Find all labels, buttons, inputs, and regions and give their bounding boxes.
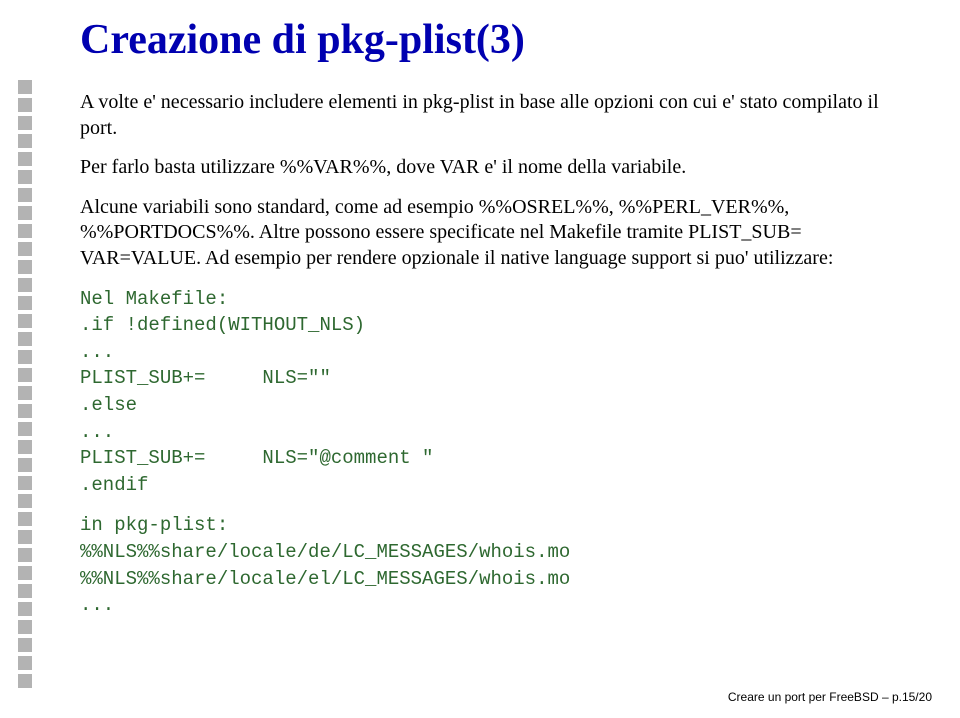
code-block-makefile: Nel Makefile: .if !defined(WITHOUT_NLS) … — [80, 286, 916, 499]
bullet-square — [18, 260, 32, 274]
bullet-square — [18, 206, 32, 220]
bullet-square — [18, 494, 32, 508]
bullet-square — [18, 134, 32, 148]
bullet-square — [18, 368, 32, 382]
bullet-square — [18, 404, 32, 418]
bullet-square — [18, 656, 32, 670]
page-title: Creazione di pkg-plist(3) — [80, 16, 916, 64]
bullet-square — [18, 224, 32, 238]
paragraph-2: Per farlo basta utilizzare %%VAR%%, dove… — [80, 155, 916, 181]
bullet-square — [18, 458, 32, 472]
paragraph-1: A volte e' necessario includere elementi… — [80, 90, 916, 141]
bullet-square — [18, 422, 32, 436]
bullet-square — [18, 440, 32, 454]
bullet-square — [18, 548, 32, 562]
bullet-square — [18, 332, 32, 346]
page-footer: Creare un port per FreeBSD – p.15/20 — [728, 690, 932, 704]
bullet-square — [18, 152, 32, 166]
bullet-square — [18, 350, 32, 364]
bullet-square — [18, 566, 32, 580]
bullet-square — [18, 170, 32, 184]
bullet-square — [18, 296, 32, 310]
slide-content: Creazione di pkg-plist(3) A volte e' nec… — [0, 0, 960, 619]
bullet-square — [18, 188, 32, 202]
bullet-square — [18, 116, 32, 130]
decorative-bullets — [10, 80, 40, 692]
code-block-pkgplist: in pkg-plist: %%NLS%%share/locale/de/LC_… — [80, 512, 916, 618]
bullet-square — [18, 620, 32, 634]
bullet-square — [18, 386, 32, 400]
bullet-square — [18, 638, 32, 652]
bullet-square — [18, 512, 32, 526]
bullet-square — [18, 80, 32, 94]
bullet-square — [18, 584, 32, 598]
bullet-square — [18, 314, 32, 328]
bullet-square — [18, 674, 32, 688]
bullet-square — [18, 602, 32, 616]
bullet-square — [18, 530, 32, 544]
bullet-square — [18, 476, 32, 490]
paragraph-3: Alcune variabili sono standard, come ad … — [80, 195, 916, 272]
bullet-square — [18, 278, 32, 292]
bullet-square — [18, 98, 32, 112]
bullet-square — [18, 242, 32, 256]
